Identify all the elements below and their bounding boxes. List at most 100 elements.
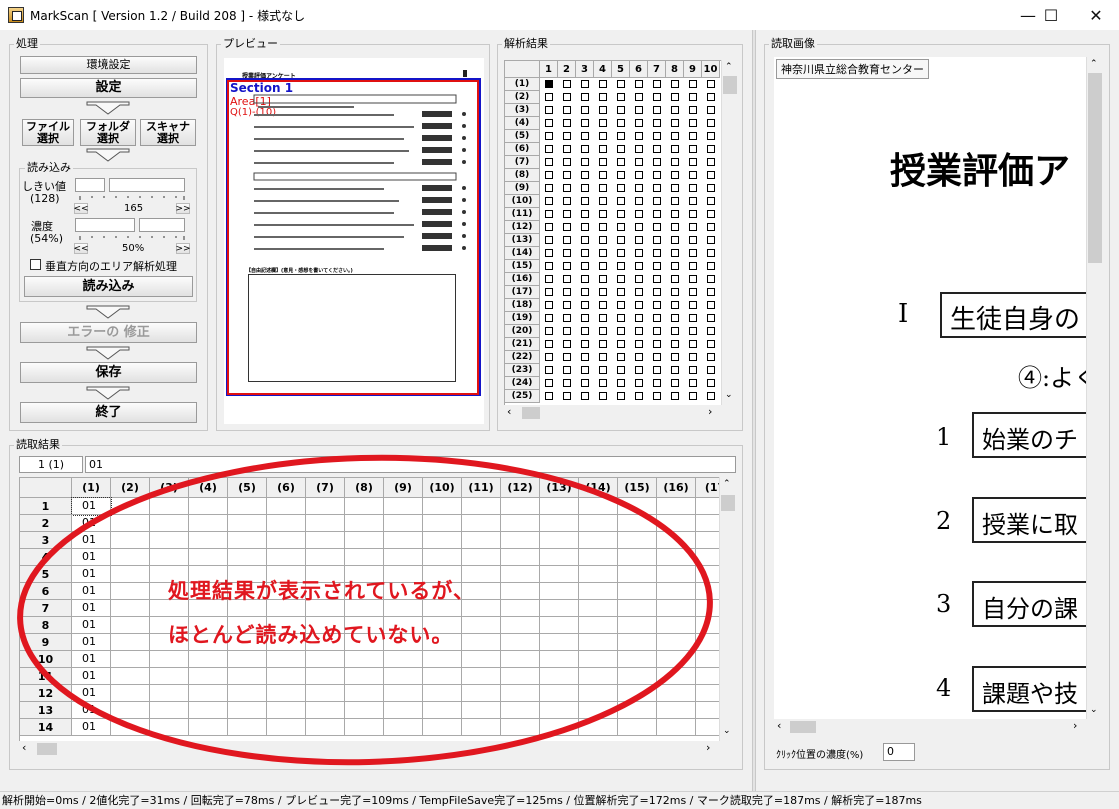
- answer-mark-checkbox[interactable]: [707, 275, 715, 283]
- file-select-button[interactable]: ファイル 選択: [22, 119, 74, 146]
- answer-mark-checkbox[interactable]: [707, 262, 715, 270]
- answer-mark-checkbox[interactable]: [581, 327, 589, 335]
- answer-mark-checkbox[interactable]: [563, 184, 571, 192]
- answer-mark-checkbox[interactable]: [581, 314, 589, 322]
- answer-mark-checkbox[interactable]: [599, 301, 607, 309]
- answer-mark-checkbox[interactable]: [599, 158, 607, 166]
- answer-mark-checkbox[interactable]: [545, 392, 553, 400]
- answer-mark-checkbox[interactable]: [653, 314, 661, 322]
- answer-mark-checkbox[interactable]: [689, 340, 697, 348]
- answer-mark-checkbox[interactable]: [599, 236, 607, 244]
- answer-mark-checkbox[interactable]: [617, 249, 625, 257]
- answer-mark-checkbox[interactable]: [635, 236, 643, 244]
- threshold-decrease-button[interactable]: <<: [73, 203, 89, 214]
- answer-mark-checkbox[interactable]: [599, 314, 607, 322]
- answer-mark-checkbox[interactable]: [671, 301, 679, 309]
- answer-mark-checkbox[interactable]: [599, 80, 607, 88]
- answer-mark-checkbox[interactable]: [563, 327, 571, 335]
- analysis-hscroll-thumb[interactable]: [522, 407, 540, 419]
- answer-mark-checkbox[interactable]: [599, 145, 607, 153]
- scroll-right-icon[interactable]: ›: [708, 405, 712, 418]
- answer-mark-checkbox[interactable]: [707, 327, 715, 335]
- answer-mark-checkbox[interactable]: [671, 379, 679, 387]
- answer-mark-checkbox[interactable]: [545, 379, 553, 387]
- answer-mark-checkbox[interactable]: [635, 80, 643, 88]
- answer-mark-checkbox[interactable]: [689, 158, 697, 166]
- answer-mark-checkbox[interactable]: [635, 210, 643, 218]
- answer-mark-checkbox[interactable]: [707, 223, 715, 231]
- answer-mark-checkbox[interactable]: [689, 366, 697, 374]
- answer-mark-checkbox[interactable]: [617, 145, 625, 153]
- answer-mark-checkbox[interactable]: [671, 158, 679, 166]
- answer-mark-checkbox[interactable]: [689, 106, 697, 114]
- click-density-field[interactable]: 0: [883, 743, 915, 761]
- density-input[interactable]: [75, 218, 135, 232]
- scroll-down-icon[interactable]: ⌄: [725, 390, 733, 400]
- exit-button[interactable]: 終了: [20, 402, 197, 423]
- answer-mark-checkbox[interactable]: [635, 392, 643, 400]
- answer-mark-checkbox[interactable]: [581, 353, 589, 361]
- answer-mark-checkbox[interactable]: [545, 93, 553, 101]
- answer-mark-checkbox[interactable]: [707, 353, 715, 361]
- answer-mark-checkbox[interactable]: [581, 379, 589, 387]
- answer-mark-checkbox[interactable]: [671, 132, 679, 140]
- answer-mark-checkbox[interactable]: [671, 392, 679, 400]
- answer-mark-checkbox[interactable]: [671, 171, 679, 179]
- answer-mark-checkbox[interactable]: [707, 301, 715, 309]
- answer-mark-checkbox[interactable]: [707, 93, 715, 101]
- answer-mark-checkbox[interactable]: [653, 158, 661, 166]
- answer-mark-checkbox[interactable]: [599, 93, 607, 101]
- answer-mark-checkbox[interactable]: [635, 366, 643, 374]
- answer-mark-checkbox[interactable]: [653, 223, 661, 231]
- answer-mark-checkbox[interactable]: [635, 223, 643, 231]
- answer-mark-checkbox[interactable]: [563, 262, 571, 270]
- answer-mark-checkbox[interactable]: [653, 210, 661, 218]
- answer-mark-checkbox[interactable]: [707, 314, 715, 322]
- answer-mark-checkbox[interactable]: [671, 93, 679, 101]
- answer-mark-checkbox[interactable]: [689, 145, 697, 153]
- answer-mark-checkbox[interactable]: [599, 275, 607, 283]
- answer-mark-checkbox[interactable]: [635, 275, 643, 283]
- answer-mark-checkbox[interactable]: [707, 184, 715, 192]
- scroll-down-icon[interactable]: ⌄: [1090, 705, 1098, 715]
- answer-mark-checkbox[interactable]: [707, 158, 715, 166]
- answer-mark-checkbox[interactable]: [617, 392, 625, 400]
- answer-mark-checkbox[interactable]: [689, 353, 697, 361]
- answer-mark-checkbox[interactable]: [653, 197, 661, 205]
- answer-mark-checkbox[interactable]: [545, 236, 553, 244]
- save-button[interactable]: 保存: [20, 362, 197, 383]
- answer-mark-checkbox[interactable]: [545, 340, 553, 348]
- answer-mark-checkbox[interactable]: [635, 379, 643, 387]
- settings-button[interactable]: 設定: [20, 78, 197, 98]
- analysis-grid[interactable]: 1 2 3 4 5 6 7 8 9 10 (1) (2) (3) (4) (5) (6) (7) (8) (9) (1…: [504, 60, 721, 405]
- answer-mark-checkbox[interactable]: [707, 340, 715, 348]
- answer-mark-checkbox[interactable]: [635, 132, 643, 140]
- close-button[interactable]: ✕: [1073, 0, 1119, 30]
- answer-mark-checkbox[interactable]: [545, 288, 553, 296]
- answer-mark-checkbox[interactable]: [689, 314, 697, 322]
- answer-mark-checkbox[interactable]: [707, 132, 715, 140]
- answer-mark-checkbox[interactable]: [635, 184, 643, 192]
- answer-mark-checkbox[interactable]: [599, 197, 607, 205]
- answer-mark-checkbox[interactable]: [671, 80, 679, 88]
- answer-mark-checkbox[interactable]: [581, 184, 589, 192]
- threshold-increase-button[interactable]: >>: [175, 203, 191, 214]
- answer-mark-checkbox[interactable]: [563, 353, 571, 361]
- error-fix-button[interactable]: エラーの 修正: [20, 322, 197, 343]
- answer-mark-checkbox[interactable]: [617, 223, 625, 231]
- threshold-input[interactable]: [75, 178, 105, 192]
- threshold-slider[interactable]: [109, 178, 185, 192]
- answer-mark-checkbox[interactable]: [617, 158, 625, 166]
- answer-mark-checkbox[interactable]: [689, 236, 697, 244]
- answer-mark-checkbox[interactable]: [545, 171, 553, 179]
- answer-mark-checkbox[interactable]: [653, 353, 661, 361]
- answer-mark-checkbox[interactable]: [545, 249, 553, 257]
- scroll-up-icon[interactable]: ⌃: [1090, 59, 1098, 69]
- answer-mark-checkbox[interactable]: [689, 132, 697, 140]
- answer-mark-checkbox[interactable]: [563, 80, 571, 88]
- answer-mark-checkbox[interactable]: [581, 340, 589, 348]
- answer-mark-checkbox[interactable]: [581, 106, 589, 114]
- answer-mark-checkbox[interactable]: [653, 249, 661, 257]
- answer-mark-checkbox[interactable]: [545, 106, 553, 114]
- answer-mark-checkbox[interactable]: [707, 249, 715, 257]
